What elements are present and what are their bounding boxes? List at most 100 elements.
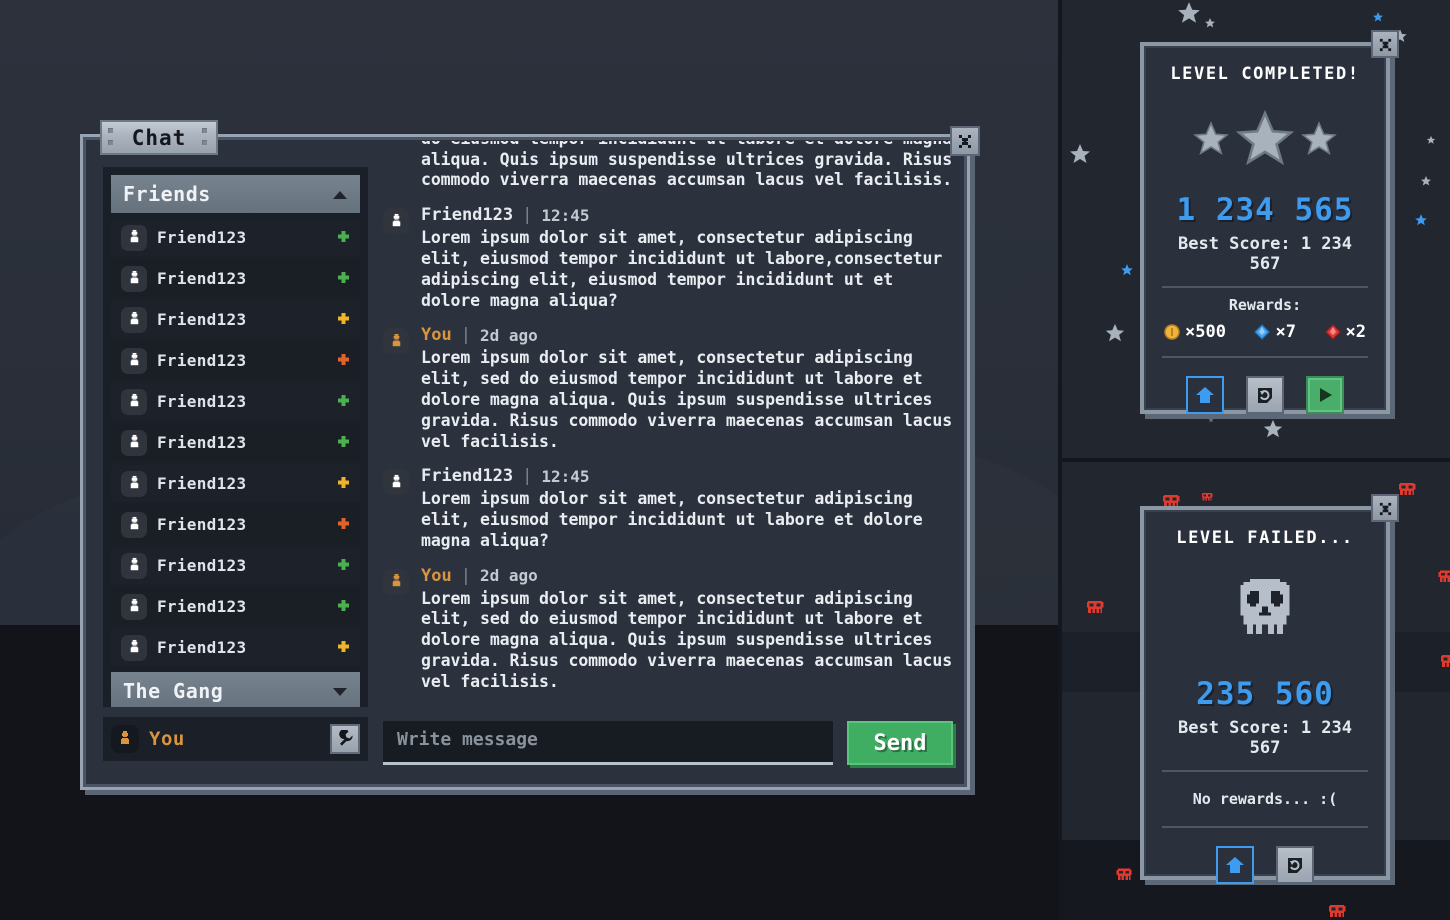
game-scene-level-failed: LEVEL FAILED... 235 560 Best Score: 1 23… xyxy=(1062,462,1450,920)
friend-name: Friend123 xyxy=(157,269,247,288)
user-avatar-icon xyxy=(121,511,147,538)
message-list[interactable]: amet, consectetur adipiscing elit, sed d… xyxy=(383,141,953,707)
status-indicator-online xyxy=(337,269,350,288)
message-avatar xyxy=(383,566,409,693)
status-indicator-busy xyxy=(337,515,350,534)
friend-list-item[interactable]: Friend123 xyxy=(111,506,360,543)
message-composer: Send xyxy=(383,721,953,765)
tab-screws-right xyxy=(202,128,210,150)
status-indicator-online xyxy=(337,392,350,411)
user-avatar-icon xyxy=(383,208,409,235)
home-button[interactable] xyxy=(1186,376,1224,414)
friend-list-item[interactable]: Friend123 xyxy=(111,424,360,461)
friend-list-item[interactable]: Friend123 xyxy=(111,342,360,379)
friend-list: Friend123 Friend123 Friend123 Friend123 … xyxy=(103,219,368,666)
message-separator: | xyxy=(460,325,471,346)
home-icon xyxy=(1196,387,1214,403)
message-separator: | xyxy=(460,565,471,586)
friends-panel: Friends Friend123 Friend123 Friend123 Fr… xyxy=(103,167,368,707)
message-header: You | 2d ago xyxy=(421,566,953,586)
gang-group-header[interactable]: The Gang xyxy=(111,672,360,707)
friend-list-item[interactable]: Friend123 xyxy=(111,301,360,338)
chat-tab-label: Chat xyxy=(131,125,187,150)
chat-window-tab[interactable]: Chat xyxy=(100,120,218,155)
friend-list-item[interactable]: Friend123 xyxy=(111,383,360,420)
reward-blue-gem: ×7 xyxy=(1254,322,1296,342)
user-avatar-icon xyxy=(121,470,147,497)
message-separator: | xyxy=(522,205,533,226)
current-user-bar[interactable]: You xyxy=(103,717,368,761)
level-failed-best-score: Best Score: 1 234 567 xyxy=(1178,718,1352,758)
message-text: Lorem ipsum dolor sit amet, consectetur … xyxy=(421,489,923,550)
message-avatar xyxy=(383,466,409,551)
blue-gem-icon xyxy=(1254,324,1271,340)
friends-group-label: Friends xyxy=(123,182,211,206)
reward-coin-amount: ×500 xyxy=(1185,322,1226,342)
wrench-icon xyxy=(339,730,353,746)
settings-button[interactable] xyxy=(330,724,360,754)
message-header: You | 2d ago xyxy=(421,325,953,345)
user-avatar-icon xyxy=(383,328,409,355)
restart-icon xyxy=(1288,858,1302,873)
chat-close-button[interactable] xyxy=(950,126,980,156)
friend-name: Friend123 xyxy=(157,310,247,329)
current-user-label: You xyxy=(149,728,185,750)
restart-button[interactable] xyxy=(1246,376,1284,414)
message-avatar xyxy=(383,325,409,452)
status-indicator-online xyxy=(337,228,350,247)
status-indicator-online xyxy=(337,556,350,575)
message-header: Friend123 | 12:45 xyxy=(421,466,953,486)
message-text: Lorem ipsum dolor sit amet, consectetur … xyxy=(421,588,953,691)
close-x-icon xyxy=(1379,38,1391,51)
message-header: Friend123 | 12:45 xyxy=(421,205,953,225)
level-failed-close-button[interactable] xyxy=(1371,494,1399,522)
home-button[interactable] xyxy=(1216,846,1254,884)
friend-list-item[interactable]: Friend123 xyxy=(111,219,360,256)
friend-list-item[interactable]: Friend123 xyxy=(111,588,360,625)
friend-name: Friend123 xyxy=(157,597,247,616)
friend-list-item[interactable]: Friend123 xyxy=(111,465,360,502)
restart-button[interactable] xyxy=(1276,846,1314,884)
star-icon xyxy=(1193,121,1229,155)
play-icon xyxy=(1320,388,1332,402)
restart-icon xyxy=(1258,388,1272,403)
chevron-up-icon xyxy=(332,185,348,204)
message-text: Lorem ipsum dolor sit amet, consectetur … xyxy=(421,348,953,451)
friend-name: Friend123 xyxy=(157,515,247,534)
star-rating xyxy=(1160,102,1370,176)
message-timestamp: 12:45 xyxy=(541,466,590,486)
user-avatar-icon xyxy=(383,568,409,595)
level-complete-best-score: Best Score: 1 234 567 xyxy=(1178,234,1352,274)
user-avatar-icon xyxy=(121,347,147,374)
status-indicator-online xyxy=(337,597,350,616)
tab-screws-left xyxy=(108,128,116,150)
star-icon xyxy=(1235,109,1295,166)
message-timestamp: 12:45 xyxy=(541,205,590,225)
divider xyxy=(1162,356,1368,358)
level-complete-close-button[interactable] xyxy=(1371,30,1399,58)
friend-list-item[interactable]: Friend123 xyxy=(111,547,360,584)
close-x-icon xyxy=(959,135,971,148)
reward-red-gem: ×2 xyxy=(1324,322,1366,342)
play-button[interactable] xyxy=(1306,376,1344,414)
reward-red-gem-amount: ×2 xyxy=(1345,322,1366,342)
friend-list-item[interactable]: Friend123 xyxy=(111,629,360,666)
home-icon xyxy=(1226,857,1244,873)
divider xyxy=(1162,286,1368,288)
user-avatar-icon xyxy=(121,429,147,456)
chat-message: Friend123 | 12:45 Lorem ipsum dolor sit … xyxy=(383,466,953,565)
send-button[interactable]: Send xyxy=(847,721,953,765)
message-input[interactable] xyxy=(383,721,833,765)
message-text: Lorem ipsum dolor sit amet, consectetur … xyxy=(421,228,943,310)
level-failed-panel: LEVEL FAILED... 235 560 Best Score: 1 23… xyxy=(1140,494,1399,884)
user-avatar-icon xyxy=(121,634,147,661)
message-avatar xyxy=(383,205,409,311)
gang-group-label: The Gang xyxy=(123,679,224,703)
chevron-down-icon xyxy=(332,682,348,701)
friend-list-item[interactable]: Friend123 xyxy=(111,260,360,297)
user-avatar-icon xyxy=(121,224,147,251)
friends-group-header[interactable]: Friends xyxy=(111,175,360,213)
level-complete-title: LEVEL COMPLETED! xyxy=(1170,64,1360,84)
friend-name: Friend123 xyxy=(157,351,247,370)
level-complete-buttons xyxy=(1160,376,1370,414)
